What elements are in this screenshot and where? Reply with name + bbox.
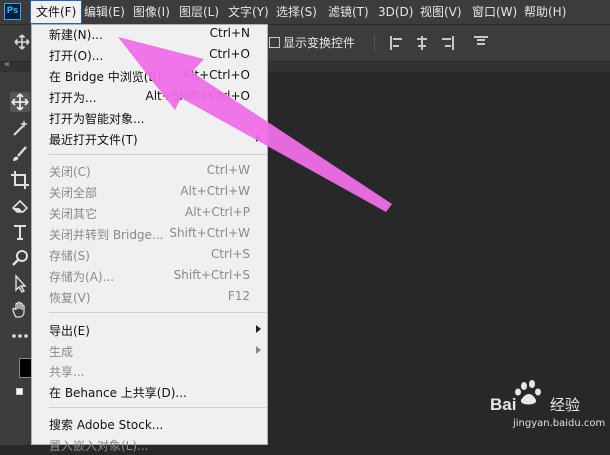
svg-text:经验: 经验 <box>550 396 580 414</box>
svg-text:Bai: Bai <box>490 395 516 414</box>
annotation-arrow <box>118 37 392 212</box>
baidu-watermark-logo: Bai 经验 <box>490 380 580 414</box>
watermark-url: jingyan.baidu.com <box>513 418 606 429</box>
